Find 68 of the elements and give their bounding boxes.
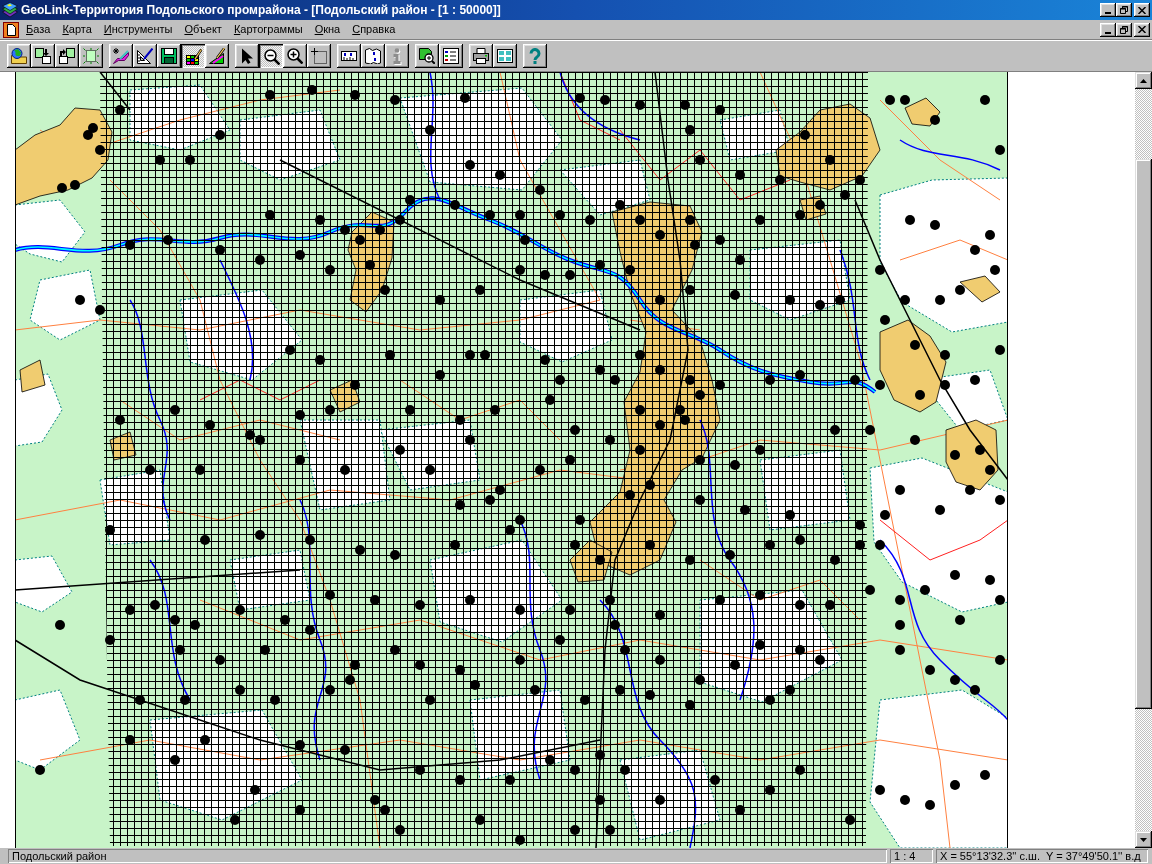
- close-button[interactable]: [1134, 22, 1150, 37]
- minimize-button[interactable]: [1100, 3, 1116, 17]
- panels-icon: [497, 48, 513, 64]
- menu-item[interactable]: Картограммы: [227, 21, 309, 38]
- toolbar-button[interactable]: [493, 44, 517, 68]
- menu-item[interactable]: Объект: [178, 21, 228, 38]
- window-title: GeoLink-Территория Подольского промрайона - [Подольский район - [1 : 50000]]: [21, 3, 501, 17]
- zoom-out-icon: [264, 49, 280, 65]
- status-scale: 1 : 4: [890, 849, 933, 863]
- scrollbar-thumb[interactable]: [1135, 159, 1152, 709]
- pointer-icon: [239, 48, 255, 64]
- toolbar-button[interactable]: [337, 44, 361, 68]
- list-icon: [443, 48, 459, 64]
- toolbar-button[interactable]: [283, 44, 307, 68]
- toolbar-button[interactable]: [259, 44, 283, 68]
- close-icon: [1138, 26, 1146, 33]
- pages-arrow-icon: [59, 48, 75, 64]
- close-icon: [1138, 6, 1146, 14]
- restore-icon: [1120, 6, 1128, 14]
- toolbar-button[interactable]: [181, 44, 205, 68]
- down-arrow-icon: [1140, 837, 1147, 842]
- toolbar-button[interactable]: [133, 44, 157, 68]
- toolbar-button[interactable]: [55, 44, 79, 68]
- menu-item[interactable]: Карта: [56, 21, 98, 38]
- toolbar-button[interactable]: [307, 44, 331, 68]
- status-region: Подольский район: [8, 849, 887, 863]
- globe-folder-icon: [11, 48, 27, 64]
- toolbar-button[interactable]: [79, 44, 103, 68]
- triangle-pencil-icon: [209, 48, 225, 64]
- restore-button[interactable]: [1116, 22, 1132, 37]
- toolbar-button[interactable]: [7, 44, 31, 68]
- toolbar-button[interactable]: [415, 44, 439, 68]
- toolbar-button[interactable]: [469, 44, 493, 68]
- menu-item[interactable]: Справка: [346, 21, 402, 38]
- menu-item[interactable]: База: [20, 21, 57, 38]
- toolbar-button[interactable]: [205, 44, 229, 68]
- toolbar-button[interactable]: [523, 44, 547, 68]
- toolbar-button[interactable]: [157, 44, 181, 68]
- restore-button[interactable]: [1116, 3, 1132, 17]
- toolbar-button[interactable]: [31, 44, 55, 68]
- map-outline-icon: [365, 48, 381, 64]
- restore-icon: [1120, 25, 1128, 34]
- grid-pencil-icon: [186, 49, 202, 65]
- document-icon[interactable]: [3, 21, 19, 38]
- frame-icon: [311, 48, 327, 64]
- printer-icon: [473, 48, 489, 64]
- minimize-button[interactable]: [1100, 22, 1116, 37]
- pages-arrow-icon: [35, 48, 51, 64]
- scroll-down-button[interactable]: [1135, 831, 1152, 848]
- minimize-icon: [1105, 12, 1111, 14]
- zoom-in-icon: [287, 48, 303, 64]
- scroll-up-button[interactable]: [1135, 72, 1152, 89]
- up-arrow-icon: [1140, 78, 1147, 83]
- status-coordinates: X = 55°13'32.3'' с.ш. Y = 37°49'50.1'' в.д: [936, 849, 1148, 863]
- minimize-icon: [1105, 31, 1111, 34]
- menu-item[interactable]: Инструменты: [97, 21, 179, 38]
- document-sparkle-icon: [83, 48, 99, 64]
- close-button[interactable]: [1134, 3, 1150, 17]
- toolbar-button[interactable]: [439, 44, 463, 68]
- toolbar-button[interactable]: [235, 44, 259, 68]
- menu-item[interactable]: Окна: [308, 21, 347, 38]
- ruler-icon: [341, 48, 357, 64]
- help-icon: [527, 48, 543, 64]
- map-layers-icon: [2, 2, 18, 18]
- toolbar-button[interactable]: [361, 44, 385, 68]
- toolbar-button[interactable]: [109, 44, 133, 68]
- sparkle-pen-icon: [113, 48, 129, 64]
- page-zoom-icon: [419, 48, 435, 64]
